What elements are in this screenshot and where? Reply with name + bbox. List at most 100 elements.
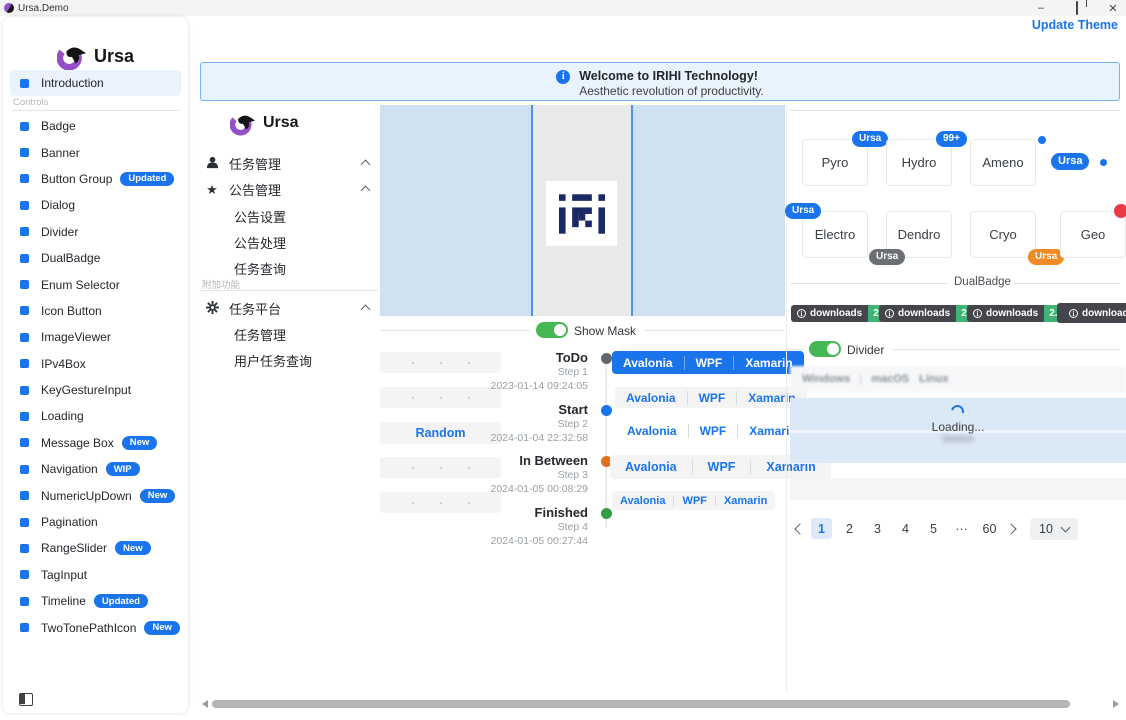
tab-windows[interactable]: Windows	[802, 373, 850, 385]
sidebar-item[interactable]: NumericUpDown New	[10, 482, 181, 508]
avalonia-button[interactable]: Avalonia	[610, 460, 692, 474]
status-badge: New	[115, 541, 151, 555]
timeline-dot-icon	[601, 405, 612, 416]
wpf-button[interactable]: WPF	[673, 495, 714, 507]
tab-linux[interactable]: Linux	[919, 373, 948, 385]
restore-icon	[1076, 1, 1078, 15]
person-icon	[204, 156, 220, 172]
column-splitter[interactable]	[786, 105, 787, 693]
divider-line	[788, 349, 803, 350]
square-bullet-icon	[20, 359, 29, 368]
window-title: Ursa.Demo	[18, 3, 69, 14]
menu-item-user-task-query[interactable]: 用户任务查询	[234, 351, 312, 370]
chevron-up-icon[interactable]	[361, 186, 371, 196]
square-bullet-icon	[20, 306, 29, 315]
sidebar-item[interactable]: Dialog	[10, 192, 181, 218]
page-60[interactable]: 60	[979, 518, 1000, 539]
square-bullet-icon	[20, 438, 29, 447]
sidebar-item[interactable]: IPv4Box	[10, 351, 181, 377]
square-bullet-icon	[20, 280, 29, 289]
sidebar-item-introduction[interactable]: Introduction	[10, 70, 181, 96]
next-page-icon[interactable]	[1005, 523, 1016, 534]
status-badge: New	[122, 436, 158, 450]
divider-toggle[interactable]	[809, 341, 841, 357]
wpf-button[interactable]: WPF	[688, 424, 738, 438]
red-badge	[1114, 204, 1126, 218]
menu-item-announce-mgmt[interactable]: ★ 公告管理	[204, 180, 281, 199]
avalonia-button[interactable]: Avalonia	[616, 424, 688, 438]
dualbadge-downloads[interactable]: idownloads	[1057, 303, 1126, 323]
sidebar-item[interactable]: KeyGestureInput	[10, 377, 181, 403]
show-mask-toggle[interactable]	[536, 322, 568, 338]
page-2[interactable]: 2	[839, 518, 860, 539]
avalonia-button[interactable]: Avalonia	[612, 495, 673, 507]
chevron-up-icon[interactable]	[361, 160, 371, 170]
prev-page-icon[interactable]	[794, 523, 805, 534]
sidebar-item[interactable]: ImageViewer	[10, 324, 181, 350]
wpf-button[interactable]: WPF	[684, 356, 734, 370]
sidebar-item[interactable]: TagInput	[10, 562, 181, 588]
menu-section-label: 附加功能	[202, 277, 240, 291]
sidebar-item[interactable]: Navigation WIP	[10, 456, 181, 482]
banner-title: Welcome to IRIHI Technology!	[579, 69, 764, 84]
timeline-dot-icon	[601, 353, 612, 364]
sidebar-item[interactable]: Pagination	[10, 509, 181, 535]
info-icon: i	[885, 309, 894, 318]
restore-button[interactable]	[1070, 2, 1084, 14]
minimize-button[interactable]: –	[1034, 2, 1048, 14]
menu-item-task-query[interactable]: 任务查询	[234, 259, 286, 278]
menu-item-task-mgmt[interactable]: 任务管理	[204, 154, 281, 173]
wpf-button[interactable]: WPF	[687, 391, 737, 405]
viewer-crop-line[interactable]	[631, 105, 633, 316]
sidebar-item[interactable]: Button Group Updated	[10, 166, 181, 192]
sidebar-item[interactable]: Badge	[10, 113, 181, 139]
viewer-mask-right	[633, 105, 785, 316]
square-bullet-icon	[20, 570, 29, 579]
sidebar-item[interactable]: DualBadge	[10, 245, 181, 271]
sidebar-item[interactable]: TwoTonePathIcon New	[10, 614, 181, 640]
update-theme-button[interactable]: Update Theme	[1032, 18, 1118, 32]
page-4[interactable]: 4	[895, 518, 916, 539]
divider-line	[790, 283, 948, 284]
page-5[interactable]: 5	[923, 518, 944, 539]
sidebar-item[interactable]: Timeline Updated	[10, 588, 181, 614]
sidebar-item[interactable]: RangeSlider New	[10, 535, 181, 561]
status-badge: WIP	[106, 462, 140, 476]
avalonia-button[interactable]: Avalonia	[615, 391, 687, 405]
menu-item-task-platform[interactable]: 任务平台	[204, 299, 281, 318]
tab-macos[interactable]: macOS	[871, 373, 909, 385]
close-button[interactable]: ✕	[1106, 2, 1120, 15]
page-size-select[interactable]: 10	[1030, 518, 1078, 540]
sidebar-item[interactable]: Divider	[10, 219, 181, 245]
page-3[interactable]: 3	[867, 518, 888, 539]
loading-text: Loading...	[790, 420, 1126, 434]
avalonia-button[interactable]: Avalonia	[612, 356, 684, 370]
sidebar-item[interactable]: Icon Button	[10, 298, 181, 324]
menu-item-announce-process[interactable]: 公告处理	[234, 233, 286, 252]
welcome-banner: i Welcome to IRIHI Technology! Aesthetic…	[200, 62, 1120, 101]
square-bullet-icon	[20, 201, 29, 210]
badge-card-ameno: Ameno	[970, 139, 1036, 186]
chevron-up-icon[interactable]	[361, 305, 371, 315]
square-bullet-icon	[20, 333, 29, 342]
sidebar-collapse-button[interactable]	[19, 693, 33, 706]
horizontal-scrollbar-thumb[interactable]	[212, 700, 1070, 708]
viewer-crop-line[interactable]	[531, 105, 533, 316]
sidebar-item[interactable]: Loading	[10, 403, 181, 429]
page-1[interactable]: 1	[811, 518, 832, 539]
sidebar-item[interactable]: Enum Selector	[10, 271, 181, 297]
image-viewer[interactable]	[380, 105, 785, 316]
menu-item-task-mgmt-2[interactable]: 任务管理	[234, 325, 286, 344]
scroll-left-arrow[interactable]	[202, 700, 208, 708]
sidebar-item[interactable]: Banner	[10, 139, 181, 165]
sidebar-logo: Ursa	[3, 41, 188, 71]
sidebar-item[interactable]: Message Box New	[10, 430, 181, 456]
menu-item-announce-settings[interactable]: 公告设置	[234, 207, 286, 226]
page-ellipsis[interactable]: ···	[951, 518, 972, 539]
app-icon	[4, 3, 14, 13]
wpf-button[interactable]: WPF	[692, 460, 751, 474]
xamarin-button[interactable]: Xamarin	[715, 495, 775, 507]
timeline-item: Finished Step 4 2024-01-05 00:27:44	[420, 505, 612, 557]
scroll-right-arrow[interactable]	[1113, 700, 1119, 708]
dot-badge	[1100, 159, 1107, 166]
